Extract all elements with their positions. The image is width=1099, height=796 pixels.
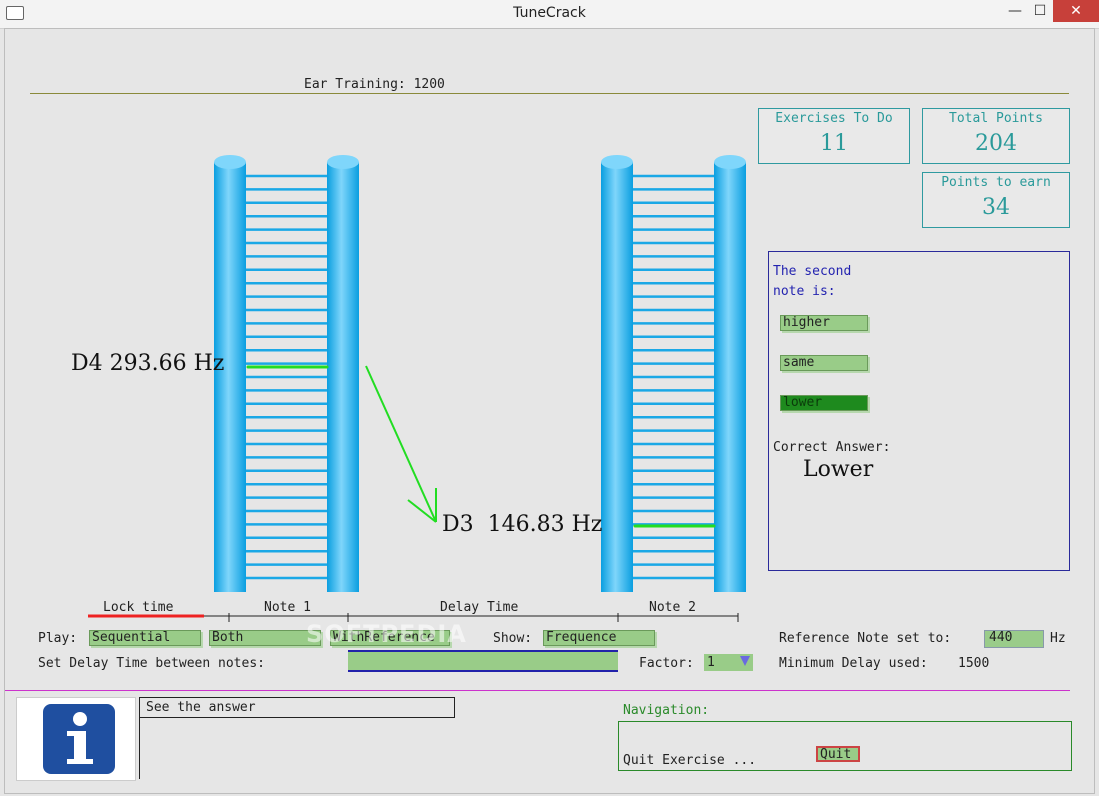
note2-ladder [601, 155, 746, 592]
reference-note-input[interactable]: 440 [984, 630, 1044, 648]
info-icon[interactable] [43, 704, 115, 774]
note-ladders [214, 155, 746, 592]
note1-label: D4 293.66 Hz [71, 351, 225, 376]
play-sequential-button[interactable]: Sequential [89, 630, 201, 646]
timeline-lock-label: Lock time [103, 600, 174, 615]
timeline-delay-label: Delay Time [440, 600, 519, 615]
info-icon-box[interactable] [16, 697, 136, 781]
note2-label: D3 146.83 Hz [442, 512, 603, 537]
answer-output-box: See the answer [139, 697, 455, 779]
note1-ladder [214, 155, 359, 592]
play-label: Play: [38, 631, 78, 646]
footer-divider [5, 690, 1070, 691]
interval-arrow [365, 365, 437, 523]
play-both-button[interactable]: Both [209, 630, 321, 646]
timeline-note2-label: Note 2 [649, 600, 696, 615]
delay-time-label: Set Delay Time between notes: [38, 656, 265, 671]
reference-note-label: Reference Note set to: [779, 631, 952, 646]
see-answer-text: See the answer [146, 700, 256, 715]
navigation-label: Navigation: [623, 703, 710, 718]
reference-note-unit: Hz [1050, 631, 1066, 646]
minimum-delay-label: Minimum Delay used: [779, 656, 928, 671]
factor-label: Factor: [639, 656, 694, 671]
quit-button[interactable]: Quit [816, 746, 860, 762]
softpedia-watermark: SOFTPEDIA [306, 620, 467, 648]
minimum-delay-value: 1500 [958, 656, 990, 671]
factor-value: 1 [707, 655, 715, 670]
timeline-note1-label: Note 1 [264, 600, 311, 615]
delay-time-slider[interactable] [348, 650, 618, 672]
show-label: Show: [493, 631, 533, 646]
factor-select[interactable]: 1 [704, 654, 753, 671]
chevron-down-icon[interactable] [740, 656, 750, 666]
navigation-panel: Quit Exercise ... Quit [618, 721, 1072, 771]
quit-exercise-label: Quit Exercise ... [623, 753, 757, 768]
show-select[interactable]: Frequence [543, 630, 655, 646]
